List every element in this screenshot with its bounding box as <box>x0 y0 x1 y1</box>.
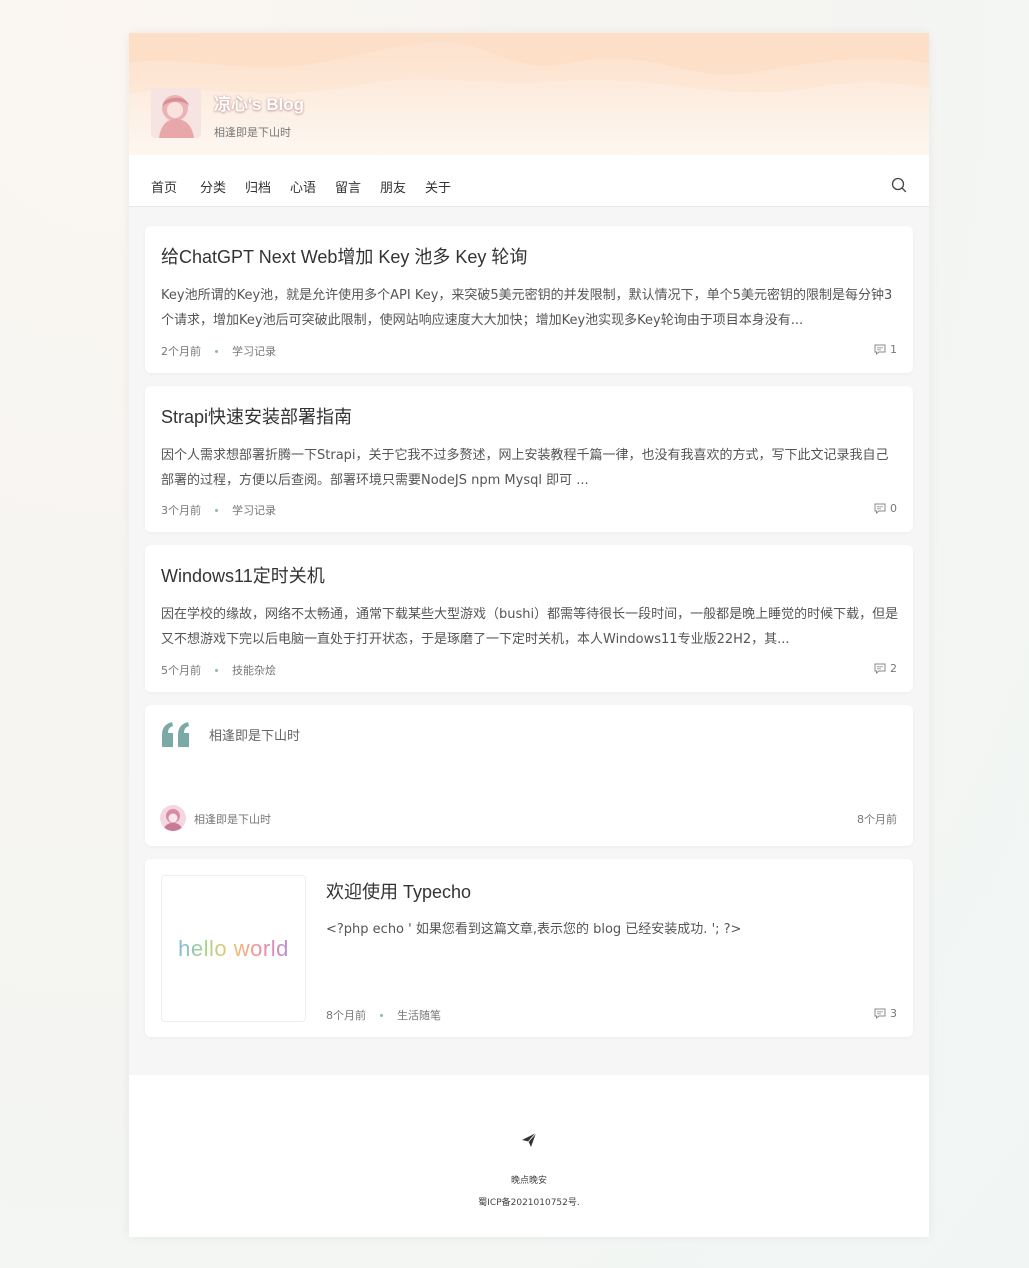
comment-count-value: 1 <box>890 343 897 356</box>
comment-count[interactable]: 0 <box>874 502 897 515</box>
nav-home[interactable]: 首页 <box>151 177 177 196</box>
icp-link[interactable]: 蜀ICP备2021010752号. <box>129 1195 929 1208</box>
post-category[interactable]: 学习记录 <box>232 343 276 359</box>
post-meta: 3个月前 学习记录 <box>161 502 276 518</box>
post-card-featured: hello world 欢迎使用 Typecho <?php echo ' 如果… <box>145 859 913 1037</box>
comment-icon <box>874 1008 886 1019</box>
post-meta: 2个月前 学习记录 <box>161 343 276 359</box>
comment-icon <box>874 344 886 355</box>
footer: 晚点晚安 蜀ICP备2021010752号. <box>129 1075 929 1237</box>
comment-count-value: 2 <box>890 662 897 675</box>
quote-time: 8个月前 <box>857 813 897 826</box>
post-title[interactable]: Strapi快速安装部署指南 <box>161 403 352 429</box>
post-excerpt: <?php echo ' 如果您看到这篇文章,表示您的 blog 已经安装成功.… <box>326 922 742 937</box>
quote-author: 相逢即是下山时 <box>194 813 271 826</box>
quote-icon <box>162 722 189 747</box>
search-icon[interactable] <box>891 177 907 193</box>
post-category[interactable]: 学习记录 <box>232 502 276 518</box>
comment-count[interactable]: 1 <box>874 343 897 356</box>
nav-about[interactable]: 关于 <box>425 177 451 196</box>
meta-separator <box>215 349 218 353</box>
post-excerpt: 因个人需求想部署折腾一下Strapi，关于它我不过多赘述，网上安装教程千篇一律，… <box>161 448 889 488</box>
meta-separator <box>380 1013 383 1017</box>
page-container: 凉心's Blog 相逢即是下山时 首页 分类 归档 心语 留言 朋友 关于 给… <box>129 33 929 1237</box>
comment-count[interactable]: 2 <box>874 662 897 675</box>
footer-slogan: 晚点晚安 <box>510 1176 547 1186</box>
post-time: 3个月前 <box>161 504 201 517</box>
comment-count[interactable]: 3 <box>874 1007 897 1020</box>
nav-guestbook[interactable]: 留言 <box>335 177 361 196</box>
meta-separator <box>215 508 218 512</box>
nav-archive[interactable]: 归档 <box>245 177 271 196</box>
post-category[interactable]: 技能杂烩 <box>232 662 276 678</box>
quote-text: 相逢即是下山时 <box>209 729 301 744</box>
comment-icon <box>874 503 886 514</box>
nav-categories[interactable]: 分类 <box>200 177 226 196</box>
thumbnail-text: hello world <box>178 935 289 961</box>
post-card: Strapi快速安装部署指南 因个人需求想部署折腾一下Strapi，关于它我不过… <box>145 386 913 532</box>
post-card: Windows11定时关机 因在学校的缘故，网络不太畅通，通常下载某些大型游戏（… <box>145 545 913 692</box>
main-nav: 首页 分类 归档 心语 留言 朋友 关于 <box>129 155 929 207</box>
post-title[interactable]: 欢迎使用 Typecho <box>326 878 471 904</box>
post-excerpt: 因在学校的缘故，网络不太畅通，通常下载某些大型游戏（bushi）都需等待很长一段… <box>161 607 899 647</box>
blog-title[interactable]: 凉心's Blog <box>214 90 304 115</box>
post-time: 8个月前 <box>326 1009 366 1022</box>
comment-count-value: 3 <box>890 1007 897 1020</box>
meta-separator <box>215 668 218 672</box>
comment-icon <box>874 663 886 674</box>
post-excerpt: Key池所谓的Key池，就是允许使用多个API Key，来突破5美元密钥的并发限… <box>161 288 893 328</box>
post-category[interactable]: 生活随笔 <box>397 1007 441 1023</box>
post-title[interactable]: Windows11定时关机 <box>161 562 325 588</box>
header-banner: 凉心's Blog 相逢即是下山时 <box>129 33 929 155</box>
author-avatar <box>160 805 186 831</box>
post-thumbnail[interactable]: hello world <box>161 875 306 1022</box>
quote-card: 相逢即是下山时 相逢即是下山时 8个月前 <box>145 705 913 846</box>
post-meta: 8个月前 生活随笔 <box>326 1007 441 1023</box>
comment-count-value: 0 <box>890 502 897 515</box>
nav-whispers[interactable]: 心语 <box>290 177 316 196</box>
post-time: 2个月前 <box>161 345 201 358</box>
post-meta: 5个月前 技能杂烩 <box>161 662 276 678</box>
post-card: 给ChatGPT Next Web增加 Key 池多 Key 轮询 Key池所谓… <box>145 226 913 373</box>
paper-plane-icon <box>522 1132 537 1147</box>
avatar[interactable] <box>151 88 201 138</box>
nav-friends[interactable]: 朋友 <box>380 177 406 196</box>
post-title[interactable]: 给ChatGPT Next Web增加 Key 池多 Key 轮询 <box>161 243 527 269</box>
post-time: 5个月前 <box>161 664 201 677</box>
blog-subtitle: 相逢即是下山时 <box>214 126 291 139</box>
